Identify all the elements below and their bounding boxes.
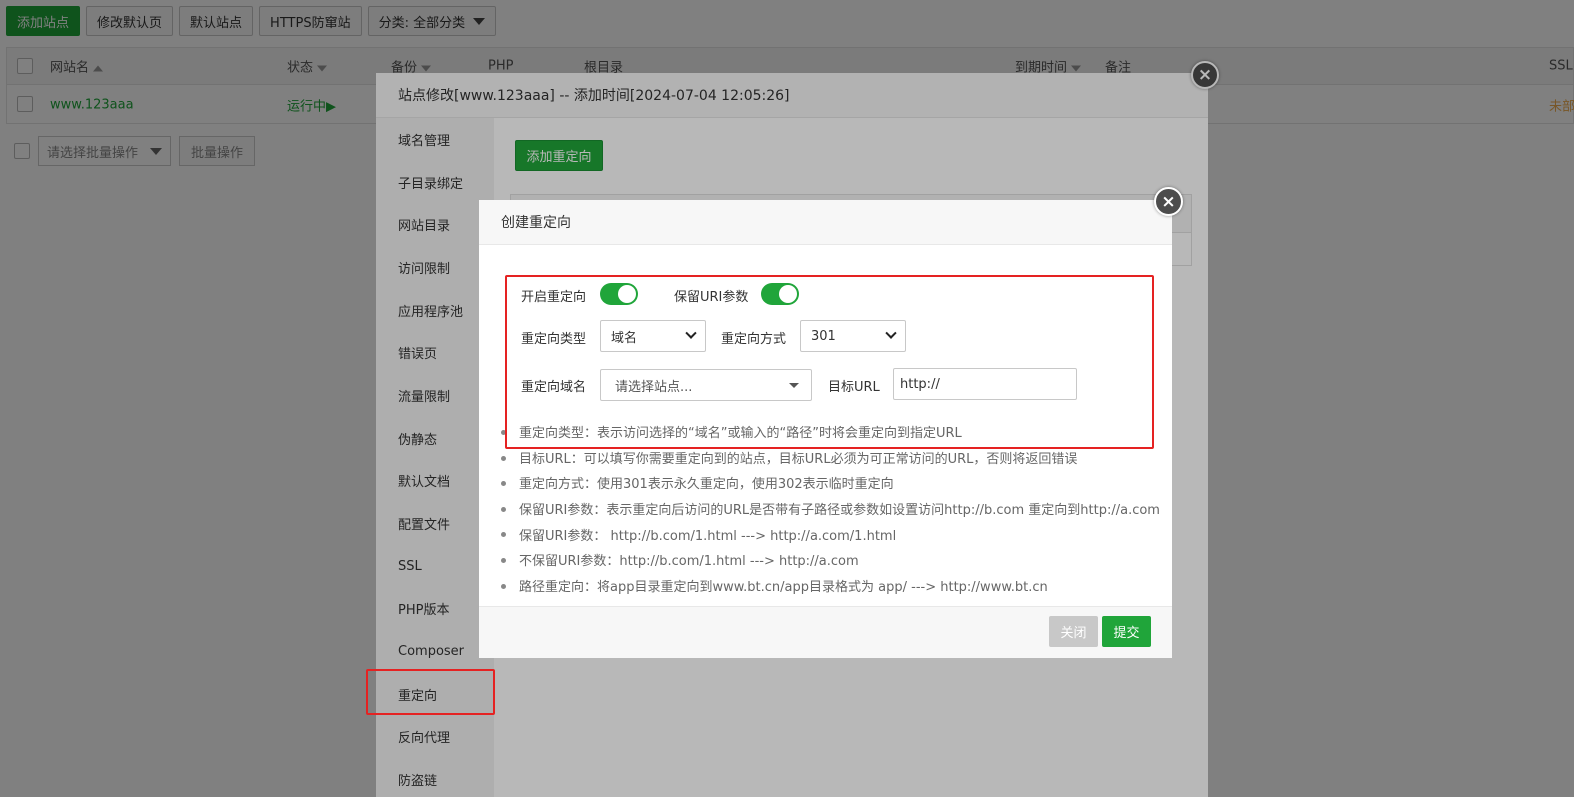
close-icon[interactable]: × — [1154, 187, 1183, 216]
list-item: 重定向方式：使用301表示永久重定向，使用302表示临时重定向 — [500, 470, 1160, 496]
highlight-box-form — [505, 275, 1154, 449]
close-button[interactable]: 关闭 — [1049, 616, 1098, 647]
submit-button[interactable]: 提交 — [1102, 616, 1151, 647]
highlight-box-sidebar — [366, 669, 495, 715]
list-item: 保留URI参数： http://b.com/1.html ---> http:/… — [500, 521, 1160, 547]
list-item: 保留URI参数：表示重定向后访问的URL是否带有子路径或参数如设置访问http:… — [500, 496, 1160, 522]
list-item: 不保留URI参数：http://b.com/1.html ---> http:/… — [500, 547, 1160, 573]
dialog-title: 创建重定向 — [479, 200, 1172, 245]
list-item: 路径重定向：将app目录重定向到www.bt.cn/app目录格式为 app/ … — [500, 573, 1160, 599]
